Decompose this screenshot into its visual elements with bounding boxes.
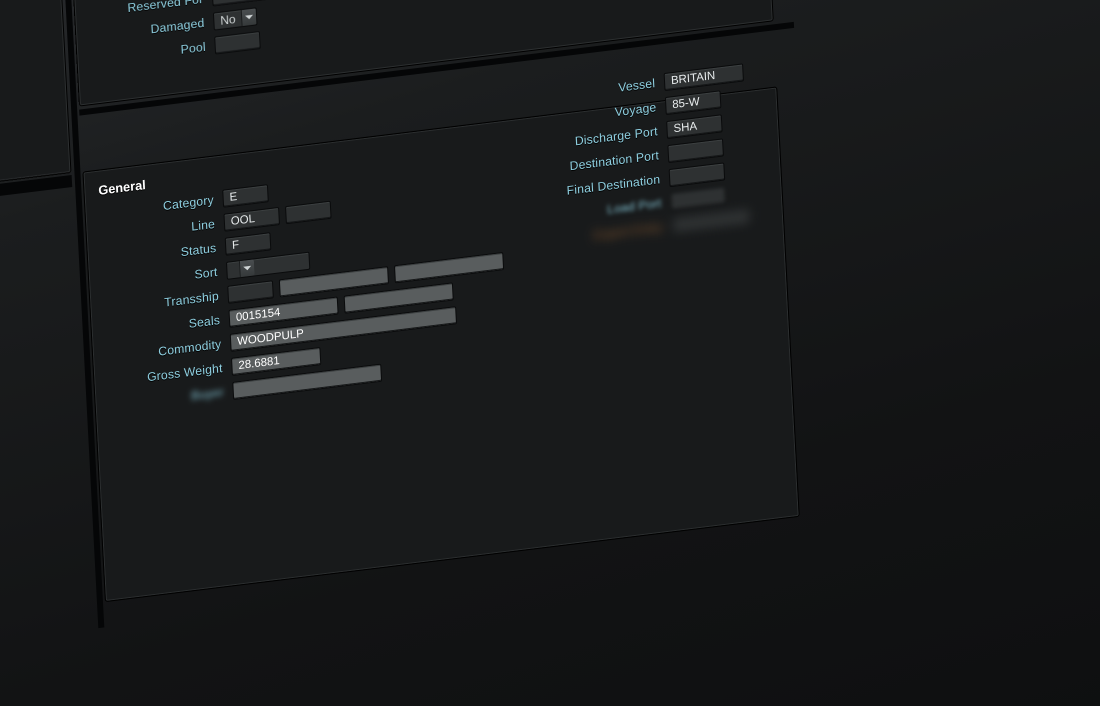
transship-field[interactable]: [227, 280, 274, 304]
line-extra-field[interactable]: [285, 201, 332, 225]
pool-field[interactable]: [214, 31, 261, 55]
final-destination-field[interactable]: [669, 162, 726, 187]
category-field[interactable]: E: [222, 184, 269, 208]
sort-dropdown[interactable]: [226, 252, 310, 280]
discharge-port-field[interactable]: SHA: [666, 114, 723, 139]
chevron-down-icon: [239, 259, 255, 277]
general-panel: General Category E Line OOL Status F Sor…: [82, 86, 799, 602]
load-port-field[interactable]: [670, 186, 727, 211]
line-field[interactable]: OOL: [223, 207, 280, 232]
left-splitter[interactable]: [0, 175, 72, 238]
chevron-down-icon: [241, 8, 257, 26]
status-field[interactable]: F: [225, 232, 272, 256]
damaged-dropdown[interactable]: No: [213, 7, 258, 30]
destination-port-field[interactable]: [667, 138, 724, 163]
voyage-field[interactable]: 85-W: [665, 90, 722, 115]
shaded-box-icon[interactable]: [0, 138, 3, 172]
vessel-field[interactable]: BRITAIN: [664, 63, 744, 91]
viewport-toolbar: [0, 124, 70, 216]
extra-voyage-field[interactable]: [671, 207, 751, 235]
